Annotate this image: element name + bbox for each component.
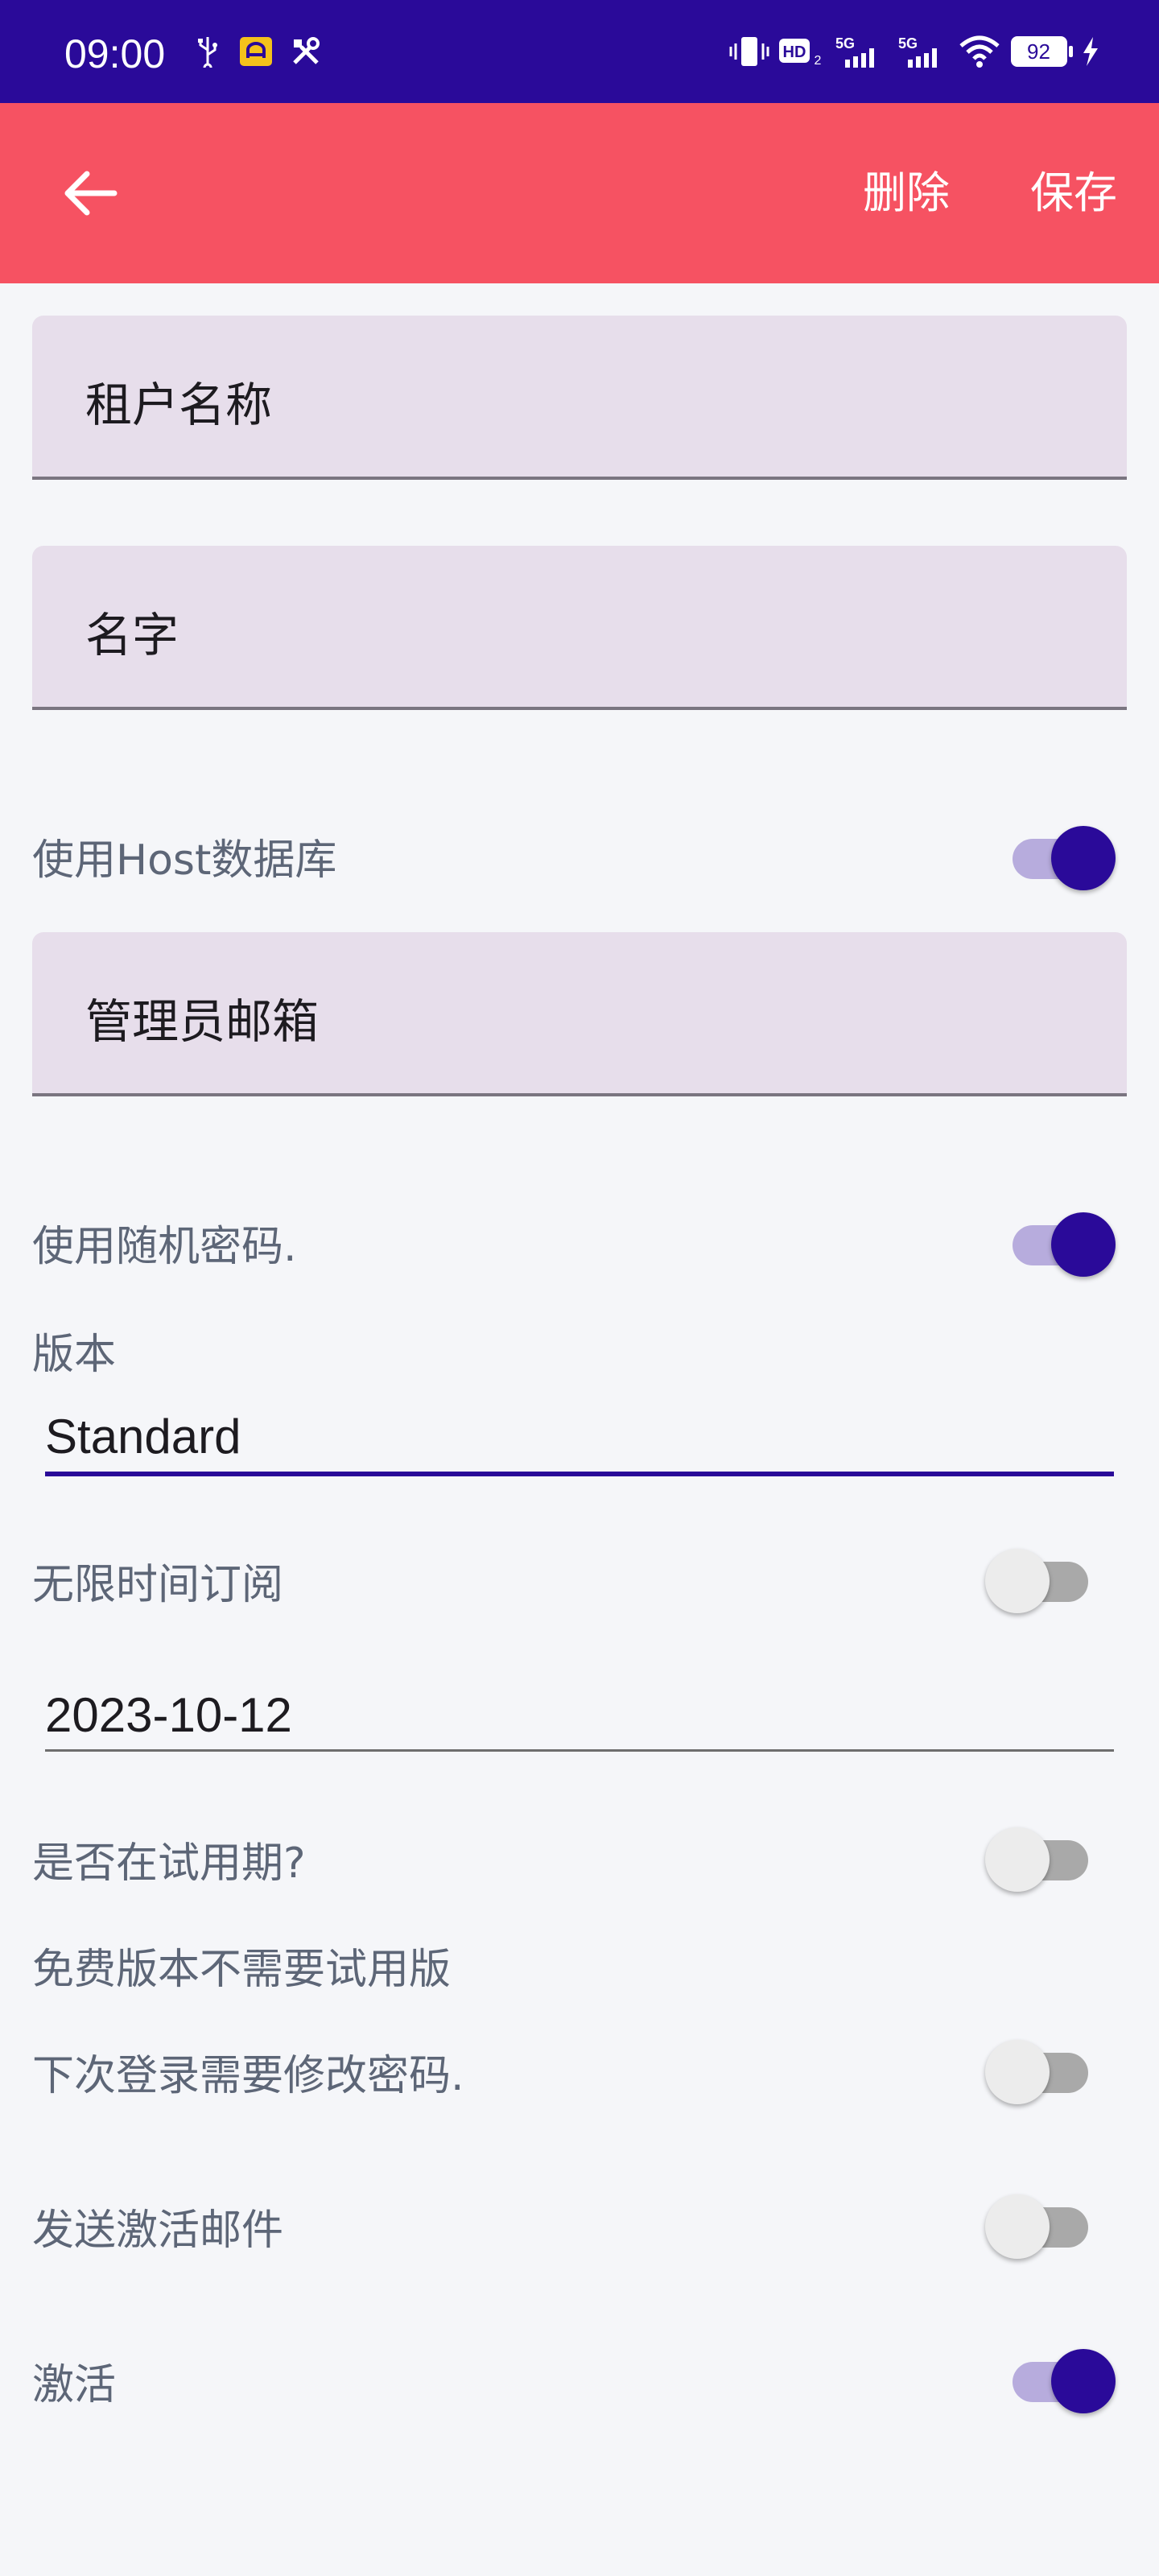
battery-level: 92 bbox=[1027, 39, 1050, 64]
edition-select[interactable]: Standard bbox=[45, 1409, 1114, 1476]
use-host-db-label: 使用Host数据库 bbox=[32, 836, 337, 885]
battery-icon: 92 bbox=[1009, 35, 1074, 68]
usb-icon bbox=[193, 35, 222, 68]
app-notification-icon bbox=[238, 35, 274, 68]
name-placeholder: 名字 bbox=[85, 608, 179, 663]
send-activation-email-label: 发送激活邮件 bbox=[32, 2207, 284, 2255]
wifi-icon bbox=[958, 35, 1001, 68]
use-host-db-switch[interactable] bbox=[1003, 818, 1116, 890]
subscription-end-date-input[interactable]: 2023-10-12 bbox=[45, 1687, 1114, 1752]
tenant-name-placeholder: 租户名称 bbox=[85, 378, 273, 432]
unlimited-subscription-label: 无限时间订阅 bbox=[32, 1561, 284, 1609]
change-password-label: 下次登录需要修改密码. bbox=[32, 2052, 464, 2100]
svg-text:5G: 5G bbox=[835, 35, 855, 52]
edition-label: 版本 bbox=[32, 1331, 117, 1379]
svg-text:5G: 5G bbox=[898, 35, 918, 52]
status-time: 09:00 bbox=[64, 31, 166, 76]
save-button[interactable]: 保存 bbox=[1030, 161, 1117, 225]
signal-5g-icon: 5G bbox=[834, 35, 885, 68]
charging-icon bbox=[1079, 35, 1103, 68]
change-password-switch[interactable] bbox=[985, 2032, 1098, 2104]
tools-icon bbox=[288, 35, 324, 68]
trial-note: 免费版本不需要试用版 bbox=[32, 1946, 452, 1994]
delete-button[interactable]: 删除 bbox=[863, 161, 950, 225]
active-label: 激活 bbox=[32, 2361, 117, 2409]
tenant-name-field[interactable]: 租户名称 bbox=[32, 316, 1127, 480]
random-password-switch[interactable] bbox=[1003, 1204, 1116, 1277]
svg-text:2: 2 bbox=[815, 54, 822, 68]
random-password-label: 使用随机密码. bbox=[32, 1223, 297, 1271]
hd-icon: HD 2 bbox=[777, 35, 826, 68]
name-field[interactable]: 名字 bbox=[32, 546, 1127, 710]
send-activation-email-switch[interactable] bbox=[985, 2186, 1098, 2259]
trial-label: 是否在试用期? bbox=[32, 1839, 306, 1888]
arrow-back-icon bbox=[64, 171, 118, 216]
status-bar: 09:00 HD 2 5G 5G 92 bbox=[0, 0, 1159, 103]
signal-5g-icon-2: 5G bbox=[897, 35, 948, 68]
app-bar: 删除 保存 bbox=[0, 103, 1159, 283]
admin-email-field[interactable]: 管理员邮箱 bbox=[32, 932, 1127, 1096]
svg-text:HD: HD bbox=[783, 43, 806, 61]
vibrate-icon bbox=[729, 35, 769, 68]
trial-switch[interactable] bbox=[985, 1819, 1098, 1892]
subscription-end-date-value: 2023-10-12 bbox=[45, 1688, 292, 1742]
active-switch[interactable] bbox=[1003, 2341, 1116, 2413]
admin-email-placeholder: 管理员邮箱 bbox=[85, 994, 320, 1049]
edition-value: Standard bbox=[45, 1410, 241, 1463]
unlimited-subscription-switch[interactable] bbox=[985, 1541, 1098, 1613]
back-button[interactable] bbox=[52, 155, 129, 232]
